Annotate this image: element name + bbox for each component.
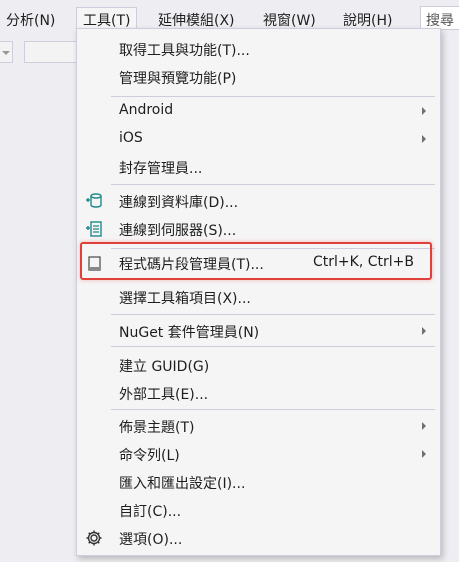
highlight-box [80,242,432,280]
menu-item-label: 選項(O)... [119,532,183,548]
menu-item-label: Android [119,102,174,118]
menu-item-get-tools[interactable]: 取得工具與功能(T)... [77,35,440,63]
menu-item-create-guid[interactable]: 建立 GUID(G) [77,351,440,379]
menu-separator [111,184,435,185]
submenu-arrow-icon [422,107,426,115]
menu-item-external-tools[interactable]: 外部工具(E)... [77,379,440,407]
menu-item-label: 佈景主題(T) [119,420,195,436]
menu-item-label: 選擇工具箱項目(X)... [119,291,251,307]
menu-item-label: 連線到伺服器(S)... [119,223,237,239]
menu-tools[interactable]: 工具(T) [76,7,138,29]
menu-item-label: 命令列(L) [119,448,180,464]
menu-item-manage-preview-features[interactable]: 管理與預覽功能(P) [77,63,440,91]
menu-separator [111,409,435,410]
menu-item-label: 匯入和匯出設定(I)... [119,476,246,492]
menu-extensions[interactable]: 延伸模組(X) [158,10,235,30]
menu-help[interactable]: 說明(H) [343,10,392,30]
menu-item-label: iOS [119,130,143,146]
menu-item-label: 建立 GUID(G) [119,359,210,375]
submenu-arrow-icon [422,422,426,430]
menu-item-label: 自訂(C)... [119,504,182,520]
menu-item-theme[interactable]: 佈景主題(T) [77,412,440,440]
search-label: 搜尋 [426,13,454,29]
menu-item-label: 取得工具與功能(T)... [119,43,250,59]
menu-separator [111,346,435,347]
menu-item-import-export-settings[interactable]: 匯入和匯出設定(I)... [77,468,440,496]
submenu-arrow-icon [422,327,426,335]
menu-item-label: 外部工具(E)... [119,387,209,403]
server-plug-icon [85,220,103,238]
menu-item-label: 管理與預覽功能(P) [119,71,237,87]
menu-item-ios[interactable]: iOS [77,125,440,153]
menu-item-customize[interactable]: 自訂(C)... [77,496,440,524]
search-box[interactable]: 搜尋 [420,6,459,30]
menu-item-nuget-package-manager[interactable]: NuGet 套件管理員(N) [77,317,440,345]
menu-item-options[interactable]: 選項(O)... [77,524,440,552]
menu-item-choose-toolbox-items[interactable]: 選擇工具箱項目(X)... [77,283,440,311]
gear-icon [85,529,103,547]
menu-item-archive-manager[interactable]: 封存管理員... [77,153,440,181]
submenu-arrow-icon [422,135,426,143]
menu-separator [111,314,435,315]
menu-item-connect-server[interactable]: 連線到伺服器(S)... [77,215,440,243]
menu-item-label: NuGet 套件管理員(N) [119,325,260,341]
platform-dropdown[interactable] [24,41,78,63]
database-plug-icon [85,192,103,210]
menu-item-connect-database[interactable]: 連線到資料庫(D)... [77,187,440,215]
tools-menu: 取得工具與功能(T)... 管理與預覽功能(P) Android iOS 封存管… [76,28,441,556]
menu-item-label: 連線到資料庫(D)... [119,195,239,211]
submenu-arrow-icon [422,450,426,458]
menu-window[interactable]: 視窗(W) [263,10,316,30]
menu-item-label: 封存管理員... [119,161,203,177]
solution-config-dropdown[interactable] [0,41,13,63]
menu-item-android[interactable]: Android [77,97,440,125]
menu-analyze[interactable]: 分析(N) [6,10,55,30]
menu-item-command-line[interactable]: 命令列(L) [77,440,440,468]
